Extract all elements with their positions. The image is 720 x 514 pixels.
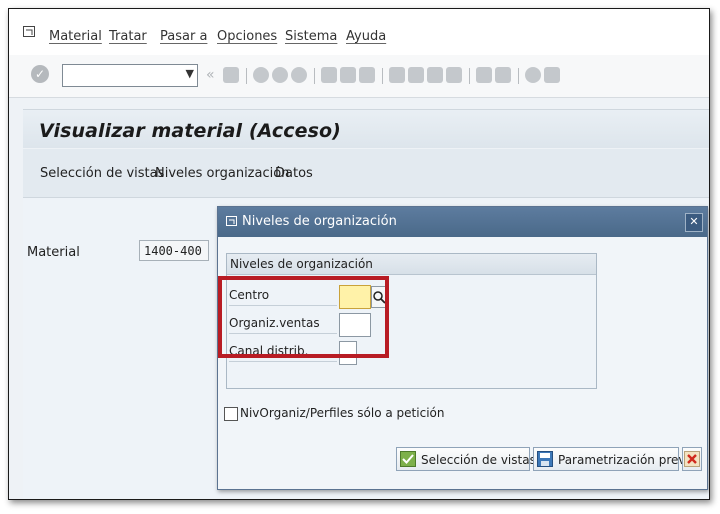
menu-material[interactable]: Material: [49, 29, 102, 44]
save-icon: [537, 451, 553, 467]
org-profiles-checkbox-label: NivOrganiz/Perfiles sólo a petición: [240, 406, 445, 420]
default-values-label: Parametrización previa: [558, 453, 697, 467]
first-page-icon[interactable]: [389, 67, 405, 83]
menu-pasar-a[interactable]: Pasar a: [160, 29, 207, 44]
application-toolbar: Selección de vistas Niveles organización…: [23, 149, 709, 198]
page-title: Visualizar material (Acceso): [39, 120, 341, 142]
material-label: Material: [27, 245, 80, 260]
select-views-dialog-button[interactable]: Selección de vistas: [396, 447, 536, 471]
command-field[interactable]: ▼: [62, 64, 198, 87]
print-icon[interactable]: [321, 67, 337, 83]
find-next-icon[interactable]: [359, 67, 375, 83]
title-bar: Visualizar material (Acceso): [23, 109, 709, 148]
sap-window: Material Tratar Pasar a Opciones Sistema…: [8, 8, 710, 500]
previous-page-icon[interactable]: [408, 67, 424, 83]
menu-sistema[interactable]: Sistema: [285, 29, 337, 44]
menu-bar: Material Tratar Pasar a Opciones Sistema…: [9, 9, 709, 55]
back-icon[interactable]: [253, 67, 269, 83]
standard-toolbar: ✓ ▼ «: [9, 55, 709, 98]
select-views-label: Selección de vistas: [421, 453, 536, 467]
dialog-title: Niveles de organización: [242, 214, 397, 229]
cancel-icon: [684, 451, 700, 467]
shortcut-icon[interactable]: [495, 67, 511, 83]
menu-tratar[interactable]: Tratar: [109, 29, 147, 44]
org-levels-button[interactable]: Niveles organización: [155, 166, 289, 181]
check-icon: [400, 451, 416, 467]
next-page-icon[interactable]: [427, 67, 443, 83]
menu-ayuda[interactable]: Ayuda: [346, 29, 386, 44]
exit-icon[interactable]: [272, 67, 288, 83]
dropdown-arrow-icon[interactable]: ▼: [186, 67, 194, 80]
org-profiles-checkbox[interactable]: [224, 407, 238, 421]
cancel-icon[interactable]: [291, 67, 307, 83]
close-icon[interactable]: ✕: [685, 213, 703, 232]
help-icon[interactable]: [525, 67, 541, 83]
chevron-left-icon: «: [206, 67, 215, 83]
select-views-button[interactable]: Selección de vistas: [40, 166, 164, 181]
layout-icon[interactable]: [544, 67, 560, 83]
data-button[interactable]: Datos: [275, 166, 313, 181]
dialog-menu-icon[interactable]: [226, 216, 238, 227]
find-icon[interactable]: [340, 67, 356, 83]
group-title: Niveles de organización: [230, 257, 373, 271]
save-icon[interactable]: [223, 67, 239, 83]
menu-icon[interactable]: [23, 26, 37, 38]
dialog-title-bar: Niveles de organización ✕: [218, 207, 707, 237]
menu-opciones[interactable]: Opciones: [217, 29, 277, 44]
enter-icon[interactable]: ✓: [31, 65, 49, 83]
highlight-annotation: [218, 276, 389, 358]
cancel-dialog-button[interactable]: [682, 447, 702, 471]
new-session-icon[interactable]: [476, 67, 492, 83]
default-values-button[interactable]: Parametrización previa: [533, 447, 696, 471]
group-header: Niveles de organización: [227, 254, 596, 275]
material-field[interactable]: 1400-400: [139, 240, 209, 261]
last-page-icon[interactable]: [446, 67, 462, 83]
